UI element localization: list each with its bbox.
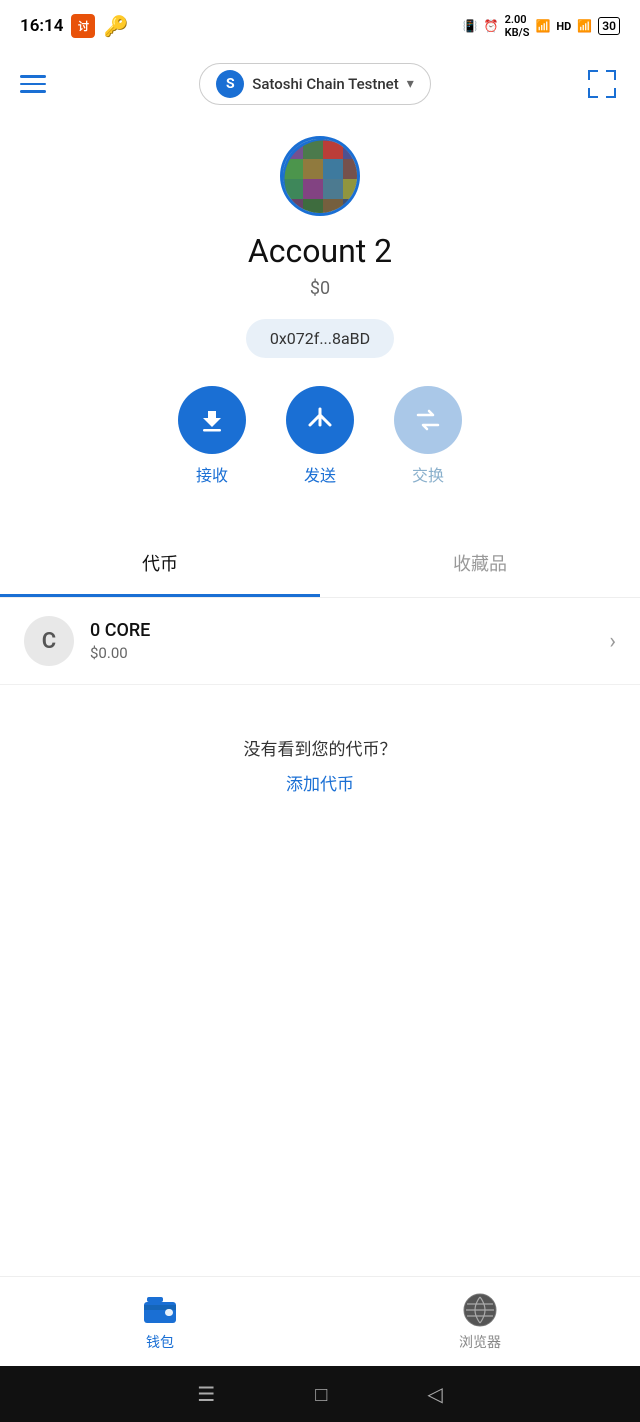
account-section: Account 2 $0 0x072f...8aBD 接收 发送 xyxy=(0,116,640,532)
wifi-icon: 📶 xyxy=(535,19,550,33)
account-avatar xyxy=(280,136,360,216)
chevron-down-icon: ▾ xyxy=(407,76,414,92)
scan-icon xyxy=(586,68,618,100)
send-label: 发送 xyxy=(304,462,336,486)
status-right: 📳 ⏰ 2.00KB/S 📶 HD 📶 30 xyxy=(463,13,620,39)
send-icon xyxy=(305,405,335,435)
swap-action: 交换 xyxy=(394,386,462,486)
vibrate-icon: 📳 xyxy=(463,19,478,33)
speed-indicator: 2.00KB/S xyxy=(505,13,530,39)
nav-wallet[interactable]: 钱包 xyxy=(0,1282,320,1362)
status-bar: 16:14 讨 🔑 📳 ⏰ 2.00KB/S 📶 HD 📶 30 xyxy=(0,0,640,52)
receive-icon xyxy=(197,405,227,435)
battery-indicator: 30 xyxy=(598,17,620,35)
hd-badge: HD xyxy=(556,20,571,33)
notification-icon: 讨 xyxy=(71,14,95,38)
tab-tokens[interactable]: 代币 xyxy=(0,532,320,597)
android-back-icon[interactable]: ☰ xyxy=(197,1382,215,1406)
account-name: Account 2 xyxy=(248,232,392,270)
swap-label: 交换 xyxy=(412,462,444,486)
browser-label: 浏览器 xyxy=(459,1332,501,1352)
empty-state-prompt: 没有看到您的代币？ xyxy=(244,735,397,760)
tabs: 代币 收藏品 xyxy=(0,532,640,598)
swap-button[interactable] xyxy=(394,386,462,454)
android-nav-bar: ☰ □ ◁ xyxy=(0,1366,640,1422)
alarm-icon: ⏰ xyxy=(484,19,499,33)
receive-action: 接收 xyxy=(178,386,246,486)
receive-label: 接收 xyxy=(196,462,228,486)
browser-icon xyxy=(462,1292,498,1328)
status-time: 16:14 xyxy=(20,16,63,36)
token-list: C 0 CORE $0.00 › xyxy=(0,598,640,685)
empty-state: 没有看到您的代币？ 添加代币 xyxy=(0,685,640,825)
wallet-icon xyxy=(142,1292,178,1328)
scan-button[interactable] xyxy=(584,66,620,102)
network-icon: S xyxy=(216,70,244,98)
token-row[interactable]: C 0 CORE $0.00 › xyxy=(0,598,640,685)
status-left: 16:14 讨 🔑 xyxy=(20,14,128,38)
network-selector[interactable]: S Satoshi Chain Testnet ▾ xyxy=(199,63,430,105)
token-icon-core: C xyxy=(24,616,74,666)
token-usd-core: $0.00 xyxy=(90,644,609,662)
signal-icon: 📶 xyxy=(577,19,592,33)
send-button[interactable] xyxy=(286,386,354,454)
header: S Satoshi Chain Testnet ▾ xyxy=(0,52,640,116)
menu-button[interactable] xyxy=(20,75,46,93)
wallet-label: 钱包 xyxy=(146,1332,174,1352)
bottom-nav: 钱包 浏览器 xyxy=(0,1276,640,1366)
send-action: 发送 xyxy=(286,386,354,486)
address-pill[interactable]: 0x072f...8aBD xyxy=(246,319,394,358)
swap-icon xyxy=(413,405,443,435)
token-name-core: 0 CORE xyxy=(90,620,609,641)
token-chevron-icon: › xyxy=(609,629,616,654)
action-buttons: 接收 发送 交换 xyxy=(178,386,462,486)
receive-button[interactable] xyxy=(178,386,246,454)
android-recents-icon[interactable]: ◁ xyxy=(427,1382,442,1406)
tab-collectibles[interactable]: 收藏品 xyxy=(320,532,640,597)
account-balance: $0 xyxy=(310,278,330,299)
nav-browser[interactable]: 浏览器 xyxy=(320,1282,640,1362)
token-info-core: 0 CORE $0.00 xyxy=(90,620,609,662)
add-token-link[interactable]: 添加代币 xyxy=(286,770,354,795)
android-home-icon[interactable]: □ xyxy=(315,1382,327,1407)
key-icon: 🔑 xyxy=(103,14,128,38)
network-name: Satoshi Chain Testnet xyxy=(252,75,398,93)
